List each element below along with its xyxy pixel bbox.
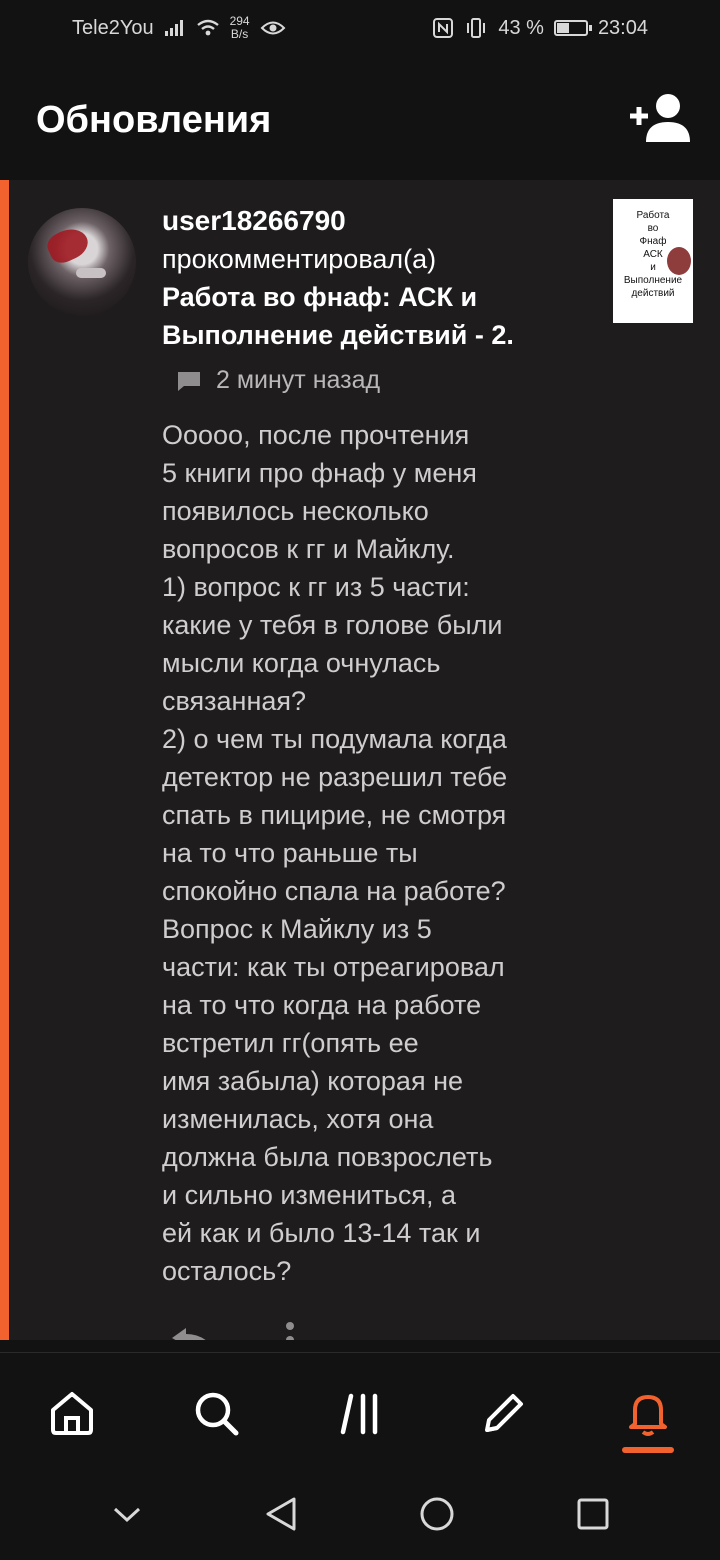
comment-text: Ооооо, после прочтения 5 книги про фнаф … [162, 420, 508, 1286]
add-user-button[interactable] [628, 92, 692, 148]
status-left: Tele2You 294 B/s [72, 15, 286, 41]
action-text: прокомментировал(а) [162, 244, 437, 274]
back-button[interactable] [264, 1496, 298, 1536]
home-icon [51, 1392, 93, 1435]
library-icon [340, 1393, 378, 1435]
eye-icon [260, 19, 286, 37]
battery-icon [553, 20, 592, 36]
home-circle-icon [420, 1497, 453, 1531]
nav-home[interactable] [32, 1373, 112, 1453]
status-bar: Tele2You 294 B/s 43 % 23:04 [0, 0, 720, 56]
cover-line: Выполнение [623, 275, 683, 286]
nfc-icon [432, 17, 454, 39]
story-cover-thumbnail[interactable]: Работа во Фнаф АСК и Выполнение действий [613, 199, 693, 323]
network-speed-unit: B/s [230, 27, 249, 41]
clock: 23:04 [597, 16, 648, 39]
notification-header: user18266790 прокомментировал(а) Работа … [162, 202, 582, 354]
avatar[interactable] [28, 208, 136, 316]
bottom-nav [0, 1352, 720, 1473]
story-title-link[interactable]: Работа во фнаф: АСК и Выполнение действи… [162, 278, 582, 354]
status-right: 43 % 23:04 [432, 17, 648, 40]
bell-icon [629, 1395, 667, 1436]
cover-line: действий [631, 288, 675, 299]
reply-icon [172, 1328, 206, 1340]
notification-meta: 2 минут назад [176, 366, 380, 395]
cover-line: Фнаф [639, 236, 667, 247]
system-nav-bar [0, 1472, 720, 1560]
unread-indicator [0, 180, 9, 1340]
battery-fill [556, 23, 569, 33]
time-ago: 2 минут назад [216, 366, 381, 394]
nav-search[interactable] [176, 1373, 256, 1453]
username-link[interactable]: user18266790 [162, 202, 582, 240]
cover-art [667, 247, 691, 275]
cover-line: во [647, 223, 659, 234]
card-actions [170, 1320, 296, 1340]
app-header: Обновления [0, 70, 720, 170]
notification-card[interactable]: user18266790 прокомментировал(а) Работа … [0, 180, 720, 1340]
collapse-button[interactable] [111, 1504, 143, 1528]
back-triangle-icon [266, 1497, 295, 1531]
search-icon [195, 1392, 239, 1436]
more-vertical-icon [286, 1322, 294, 1340]
signal-icon [164, 19, 186, 37]
vibrate-icon [464, 17, 488, 39]
pencil-icon [485, 1394, 523, 1432]
nav-write[interactable] [464, 1373, 544, 1453]
comment-icon [178, 371, 200, 391]
nav-notifications[interactable] [608, 1373, 688, 1453]
more-options-button[interactable] [284, 1320, 296, 1340]
chevron-down-icon [113, 1507, 140, 1523]
recents-button[interactable] [576, 1497, 610, 1535]
page-title: Обновления [36, 98, 272, 141]
cover-line: Работа [636, 210, 670, 221]
network-speed: 294 B/s [230, 15, 250, 41]
carrier-name: Tele2You [72, 16, 154, 39]
add-user-icon [630, 94, 690, 142]
nav-library[interactable] [320, 1373, 400, 1453]
reply-button[interactable] [170, 1320, 214, 1340]
wifi-icon [196, 19, 220, 37]
battery-percent: 43 % [498, 16, 544, 39]
home-nav-button[interactable] [419, 1496, 455, 1536]
recents-square-icon [577, 1498, 608, 1530]
